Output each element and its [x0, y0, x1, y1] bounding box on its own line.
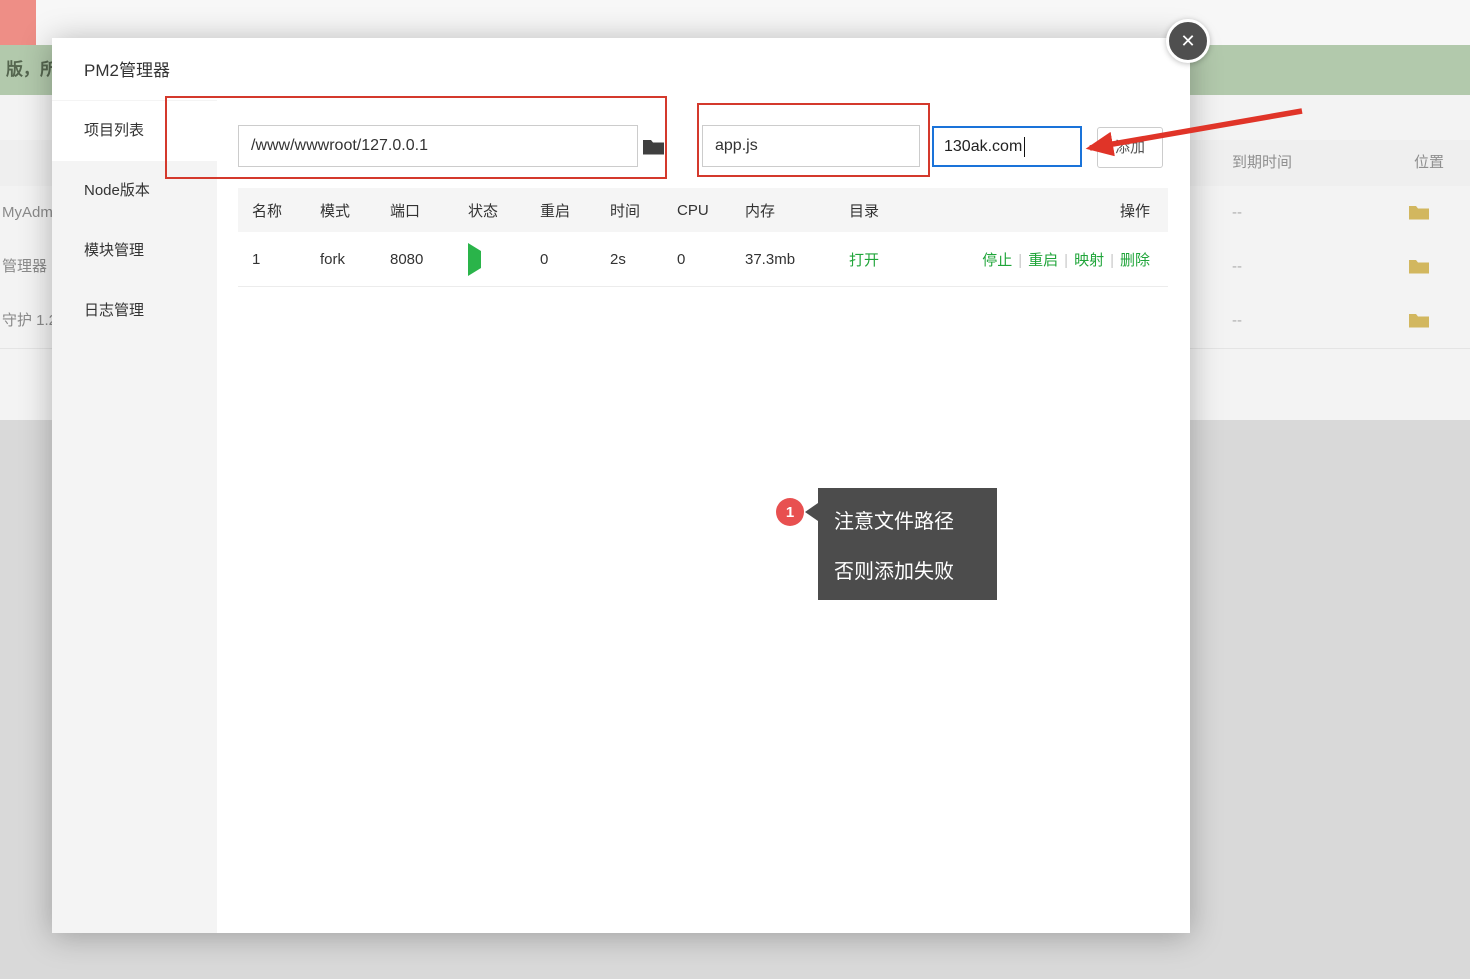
- close-icon: ✕: [1180, 32, 1195, 50]
- cell-status: [468, 251, 540, 268]
- tooltip-pointer: [805, 503, 818, 521]
- startup-script-input[interactable]: [702, 125, 920, 167]
- action-separator: |: [1110, 252, 1114, 269]
- tooltip-line-2: 否则添加失败: [834, 555, 981, 584]
- folder-icon: [1408, 204, 1430, 221]
- cell-uptime: 2s: [610, 251, 677, 268]
- bg-row-name: MyAdm: [2, 186, 53, 240]
- pm2-manager-modal: [52, 38, 1190, 933]
- cell-directory: 打开: [849, 249, 982, 270]
- annotation-tooltip: 注意文件路径 否则添加失败: [818, 488, 997, 600]
- action-separator: |: [1018, 252, 1022, 269]
- col-actions: 操作: [1120, 200, 1150, 221]
- stop-action-link[interactable]: 停止: [982, 252, 1012, 269]
- bg-row-expire: --: [1232, 186, 1242, 240]
- col-port: 端口: [390, 200, 468, 221]
- col-memory: 内存: [745, 200, 849, 221]
- bg-header-expire: 到期时间: [1232, 140, 1292, 186]
- modal-close-button[interactable]: ✕: [1166, 19, 1210, 63]
- page-root: 版，所 到期时间 位置 MyAdm -- 管理器 -- 守护 1.2 -- PM…: [0, 0, 1470, 979]
- project-name-input[interactable]: 130ak.com: [932, 126, 1082, 167]
- action-separator: |: [1064, 252, 1068, 269]
- cell-memory: 37.3mb: [745, 251, 849, 268]
- bg-row-name: 管理器: [2, 240, 47, 294]
- bg-banner-text: 版，所: [6, 60, 57, 79]
- project-name-value: 130ak.com: [944, 138, 1022, 156]
- bg-header-location: 位置: [1414, 140, 1444, 186]
- col-name: 名称: [252, 200, 320, 221]
- cell-port: 8080: [390, 251, 468, 268]
- tooltip-line-1: 注意文件路径: [834, 505, 981, 534]
- bg-row-name: 守护 1.2: [2, 294, 57, 348]
- col-restart: 重启: [540, 200, 610, 221]
- folder-icon: [1408, 258, 1430, 275]
- col-time: 时间: [610, 200, 677, 221]
- col-directory: 目录: [849, 200, 1120, 221]
- sidebar-item-project-list[interactable]: 项目列表: [52, 101, 217, 161]
- bg-red-element: [0, 0, 36, 45]
- folder-icon: [1408, 312, 1430, 329]
- col-status: 状态: [468, 200, 540, 221]
- cell-mode: fork: [320, 251, 390, 268]
- process-table-row: 1 fork 8080 0 2s 0 37.3mb 打开 停止 | 重启 | 映射 | 删除: [238, 232, 1168, 287]
- open-directory-link[interactable]: 打开: [849, 252, 879, 269]
- text-caret: [1024, 137, 1025, 157]
- delete-action-link[interactable]: 删除: [1120, 252, 1150, 269]
- map-action-link[interactable]: 映射: [1074, 252, 1104, 269]
- bg-row-expire: --: [1232, 240, 1242, 294]
- sidebar-item-log-management[interactable]: 日志管理: [52, 281, 217, 341]
- cell-name: 1: [252, 251, 320, 268]
- add-button[interactable]: 添加: [1097, 127, 1163, 168]
- cell-actions: 停止 | 重启 | 映射 | 删除: [982, 249, 1150, 270]
- col-cpu: CPU: [677, 202, 745, 219]
- browse-folder-icon[interactable]: [642, 138, 665, 156]
- col-mode: 模式: [320, 200, 390, 221]
- modal-title: PM2管理器: [84, 56, 170, 81]
- sidebar-item-node-version[interactable]: Node版本: [52, 161, 217, 221]
- cell-cpu: 0: [677, 251, 745, 268]
- process-table-header: 名称 模式 端口 状态 重启 时间 CPU 内存 目录 操作: [238, 188, 1168, 232]
- annotation-step-badge: 1: [776, 498, 804, 526]
- project-path-input[interactable]: [238, 125, 638, 167]
- sidebar-item-module-management[interactable]: 模块管理: [52, 221, 217, 281]
- running-status-icon: [468, 243, 481, 276]
- bg-row-expire: --: [1232, 294, 1242, 348]
- cell-restarts: 0: [540, 251, 610, 268]
- restart-action-link[interactable]: 重启: [1028, 252, 1058, 269]
